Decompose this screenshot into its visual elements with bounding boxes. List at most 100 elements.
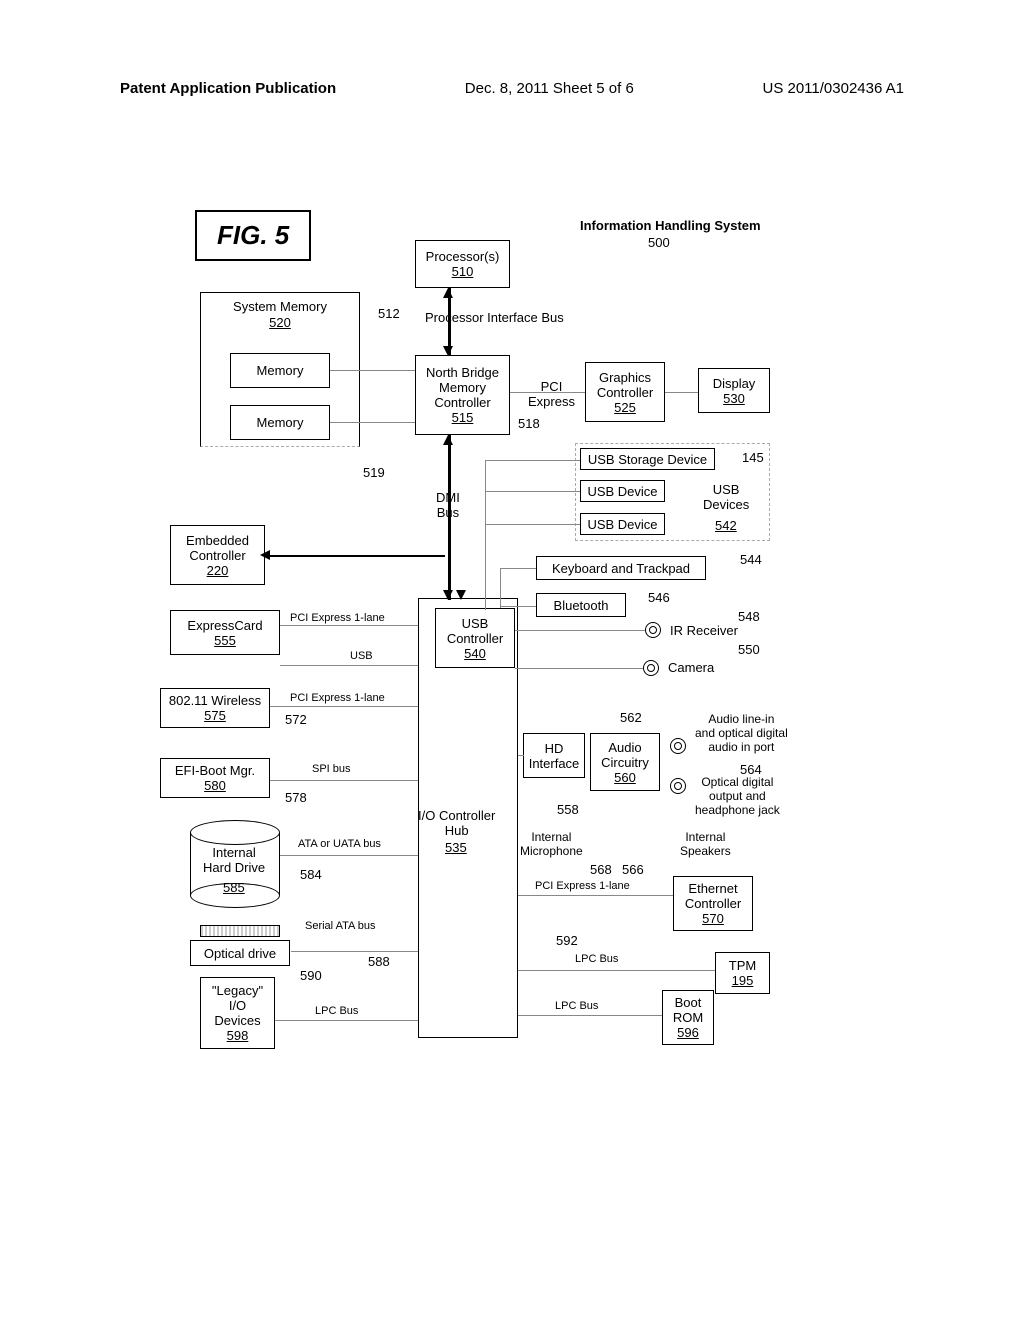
lpc-bus1-label: LPC Bus	[315, 1005, 358, 1017]
ref-590: 590	[300, 968, 322, 983]
sys-memory-ref: 520	[269, 315, 291, 330]
io-hub-ref: 535	[445, 840, 467, 855]
audio-box: Audio Circuitry 560	[590, 733, 660, 791]
ata-bus-label: ATA or UATA bus	[298, 838, 381, 850]
dmi-bus-line	[448, 435, 451, 600]
optical-out-label: Optical digital output and headphone jac…	[695, 775, 780, 817]
usb-vline2	[500, 568, 501, 608]
efi-line	[270, 780, 418, 781]
arrow-down2	[443, 590, 453, 600]
optical-out-icon	[670, 778, 686, 794]
ir-receiver-label: IR Receiver	[670, 623, 738, 638]
tpm-label: TPM	[729, 958, 756, 973]
usb-vline	[485, 460, 486, 610]
usb-storage-ref: 145	[742, 450, 764, 465]
tpm-box: TPM 195	[715, 952, 770, 994]
mem1-line	[330, 370, 415, 371]
bluetooth-label: Bluetooth	[554, 598, 609, 613]
arrow-down2b	[456, 590, 466, 600]
ref-512: 512	[378, 306, 400, 321]
keyboard-box: Keyboard and Trackpad	[536, 556, 706, 580]
speakers-label: Internal Speakers	[680, 830, 731, 858]
page-header: Patent Application Publication Dec. 8, 2…	[0, 0, 1024, 107]
embedded-label: Embedded Controller	[186, 533, 249, 563]
hd-interface-label: HD Interface	[529, 741, 580, 771]
optical-top-icon	[200, 925, 280, 937]
legacy-box: "Legacy" I/O Devices 598	[200, 977, 275, 1049]
graphics-box: Graphics Controller 525	[585, 362, 665, 422]
ec-usb-line	[280, 665, 418, 666]
ref-588: 588	[368, 954, 390, 969]
legacy-ref: 598	[227, 1028, 249, 1043]
memory2-label: Memory	[257, 415, 304, 430]
system-ref: 500	[648, 235, 670, 250]
tpm-line	[518, 970, 715, 971]
usb-storage-label: USB Storage Device	[588, 452, 707, 467]
pcie-lane3: PCI Express 1-lane	[535, 880, 630, 892]
boot-rom-ref: 596	[677, 1025, 699, 1040]
audio-line-in-label: Audio line-in and optical digital audio …	[695, 712, 788, 754]
ref-558: 558	[557, 802, 579, 817]
proc-bus-label: Processor Interface Bus	[425, 310, 564, 325]
ref-568: 568	[590, 862, 612, 877]
tpm-ref: 195	[732, 973, 754, 988]
pcie-lane2: PCI Express 1-lane	[290, 692, 385, 704]
camera-label: Camera	[668, 660, 714, 675]
memory1-box: Memory	[230, 353, 330, 388]
audio-ref: 560	[614, 770, 636, 785]
cam-line	[515, 668, 643, 669]
wireless-label: 802.11 Wireless	[169, 693, 261, 708]
ref-578: 578	[285, 790, 307, 805]
ref-584: 584	[300, 867, 322, 882]
graphics-ref: 525	[614, 400, 636, 415]
north-bridge-label: North Bridge Memory Controller	[426, 365, 499, 410]
usb-device1-box: USB Device	[580, 480, 665, 502]
bluetooth-box: Bluetooth	[536, 593, 626, 617]
graphics-label: Graphics Controller	[597, 370, 653, 400]
pci-express-label: PCI Express	[528, 364, 575, 409]
usb3-line	[485, 524, 580, 525]
efi-ref: 580	[204, 778, 226, 793]
wifi-line	[270, 706, 418, 707]
ethernet-label: Ethernet Controller	[685, 881, 741, 911]
camera-icon	[643, 660, 659, 676]
ethernet-ref: 570	[702, 911, 724, 926]
header-left: Patent Application Publication	[120, 80, 336, 97]
display-box: Display 530	[698, 368, 770, 413]
sata-bus-label: Serial ATA bus	[305, 920, 376, 932]
kb-line	[500, 568, 536, 569]
north-bridge-box: North Bridge Memory Controller 515	[415, 355, 510, 435]
ir-receiver-ref: 548	[738, 609, 760, 624]
hard-drive-label: Internal Hard Drive	[203, 845, 265, 875]
ref-564: 564	[740, 762, 762, 777]
keyboard-ref: 544	[740, 552, 762, 567]
usb-device1-label: USB Device	[587, 484, 657, 499]
figure-title: FIG. 5	[195, 210, 311, 261]
boot-rom-box: Boot ROM 596	[662, 990, 714, 1045]
hard-drive-ref: 585	[223, 880, 245, 895]
usb1-line	[485, 460, 580, 461]
gc-disp-line	[665, 392, 698, 393]
io-hub-label: I/O Controller Hub	[418, 808, 495, 838]
usb-controller-box: USB Controller 540	[435, 608, 515, 668]
nb-gc-line	[510, 392, 585, 393]
header-center: Dec. 8, 2011 Sheet 5 of 6	[465, 80, 634, 97]
usb-storage-box: USB Storage Device	[580, 448, 715, 470]
ref-518: 518	[518, 416, 540, 431]
ec-line	[265, 555, 445, 557]
ref-566: 566	[622, 862, 644, 877]
usb2-line	[485, 491, 580, 492]
optical-label: Optical drive	[204, 946, 276, 961]
usb-devices-group-label: USB Devices	[703, 482, 749, 512]
camera-ref: 550	[738, 642, 760, 657]
processors-label: Processor(s)	[426, 249, 500, 264]
embedded-ref: 220	[207, 563, 229, 578]
hdd-line	[280, 855, 418, 856]
wireless-ref: 575	[204, 708, 226, 723]
sys-memory-label: System Memory	[233, 299, 327, 314]
usb-device2-box: USB Device	[580, 513, 665, 535]
hd-interface-box: HD Interface	[523, 733, 585, 778]
arrow-left-ec	[260, 550, 270, 560]
bt-line	[500, 606, 536, 607]
eth-line	[518, 895, 673, 896]
